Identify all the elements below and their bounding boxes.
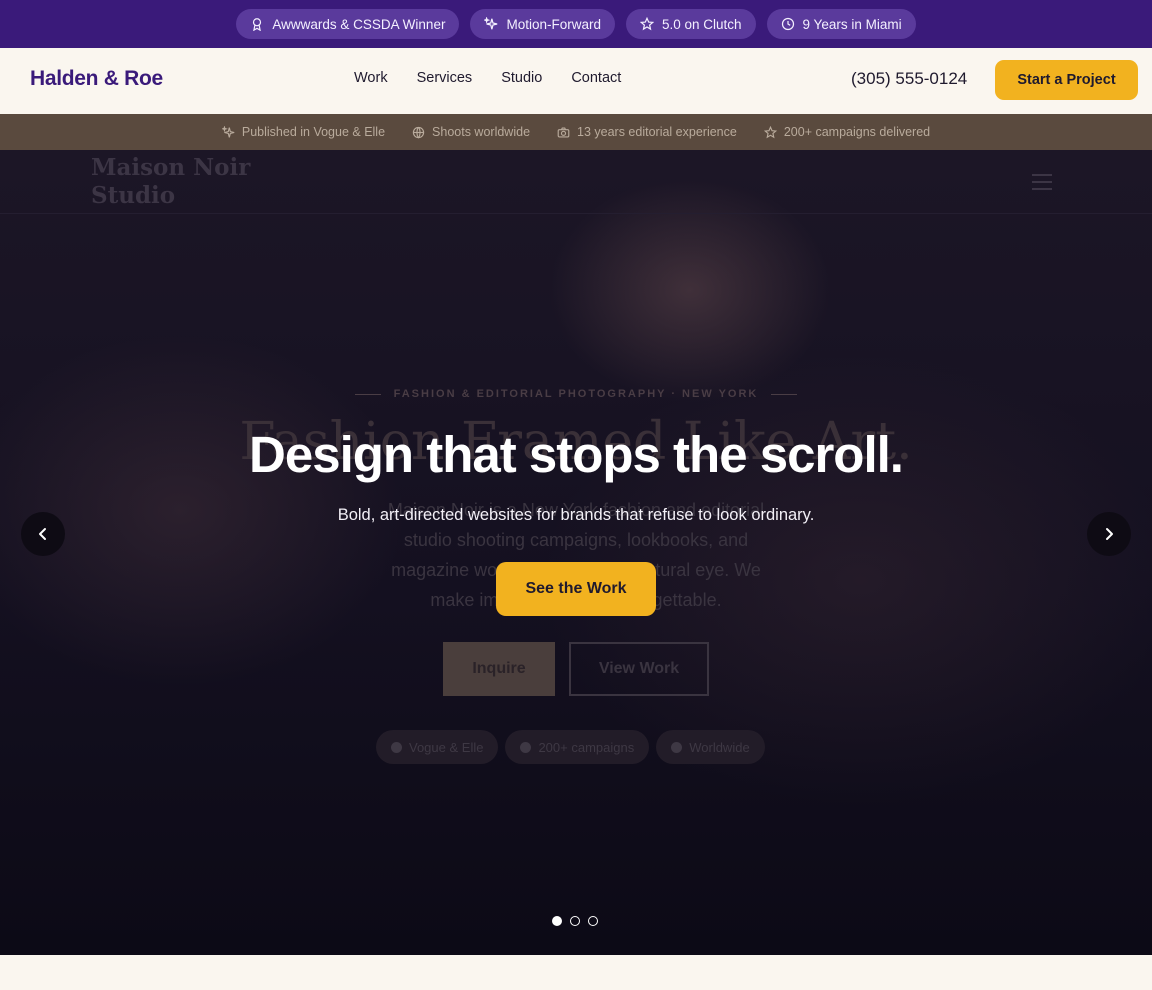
background-slide-header: Maison Noir Studio [0,150,1152,214]
proof-item-published: Published in Vogue & Elle [221,125,386,139]
badge-label: 9 Years in Miami [802,16,902,32]
star-icon [639,17,654,31]
sparkles-icon [221,125,235,138]
check-circle-icon [671,741,683,753]
background-pill: Worldwide [656,730,765,764]
background-slide-pills: Vogue & Elle 200+ campaigns Worldwide [376,730,765,764]
camera-icon [557,126,570,138]
nav-link-studio[interactable]: Studio [501,70,542,86]
background-slide-buttons: Inquire View Work [443,642,709,696]
award-badge-strip: Awwwards & CSSDA Winner Motion-Forward 5… [0,0,1152,48]
hero-title: Design that stops the scroll. [249,426,904,483]
chevron-left-icon [39,528,46,540]
background-pill: Vogue & Elle [376,730,499,764]
proof-item-worldwide: Shoots worldwide [412,125,530,139]
background-slide-eyebrow: FASHION & EDITORIAL PHOTOGRAPHY · NEW YO… [0,388,1152,400]
see-work-button[interactable]: See the Work [496,562,656,616]
slide-pagination [552,916,598,926]
nav-link-contact[interactable]: Contact [571,70,621,86]
slide-dot-1[interactable] [552,916,562,926]
proof-label: 13 years editorial experience [577,125,737,139]
sparkles-icon [484,17,498,30]
badge-motion: Motion-Forward [470,9,615,39]
proof-label: Published in Vogue & Elle [241,125,386,139]
background-slide-logo: Maison Noir Studio [91,154,251,209]
check-circle-icon [520,741,532,753]
background-inquire-button: Inquire [443,642,555,696]
phone-number[interactable]: (305) 555-0124 [851,69,967,89]
award-icon [253,18,262,31]
proof-item-experience: 13 years editorial experience [557,125,737,139]
slide-dot-2[interactable] [570,916,580,926]
main-navigation: Halden & Roe Work Services Studio Contac… [0,48,1152,114]
clock-icon [781,17,794,31]
background-view-work-button: View Work [569,642,709,696]
globe-icon [412,126,425,138]
check-circle-icon [391,741,402,753]
nav-link-services[interactable]: Services [417,70,473,86]
badge-label: Awwwards & CSSDA Winner [272,16,446,32]
badge-awwwards: Awwwards & CSSDA Winner [236,9,460,39]
proof-item-campaigns: 200+ campaigns delivered [763,125,931,139]
hero-slider: Maison Noir Studio FASHION & EDITORIAL P… [0,150,1152,955]
proof-label: Shoots worldwide [432,125,531,139]
background-pill: 200+ campaigns [505,730,650,764]
nav-link-work[interactable]: Work [354,70,388,86]
slide-dot-3[interactable] [588,916,598,926]
badge-years: 9 Years in Miami [766,9,916,39]
next-section [0,955,1152,990]
badge-label: 5.0 on Clutch [661,16,742,32]
nav-links: Work Services Studio Contact [354,70,621,86]
chevron-right-icon [1106,528,1113,540]
next-slide-button[interactable] [1087,512,1131,556]
hero-subtitle: Bold, art-directed websites for brands t… [337,506,815,524]
proof-bar: Published in Vogue & Elle Shoots worldwi… [0,114,1152,150]
badge-label: Motion-Forward [506,16,601,32]
previous-slide-button[interactable] [21,512,65,556]
badge-clutch: 5.0 on Clutch [625,9,756,39]
proof-label: 200+ campaigns delivered [783,125,931,139]
brand-logo[interactable]: Halden & Roe [30,67,163,91]
start-project-button[interactable]: Start a Project [995,60,1138,100]
star-icon [763,125,777,138]
hamburger-menu-icon [1032,174,1052,195]
